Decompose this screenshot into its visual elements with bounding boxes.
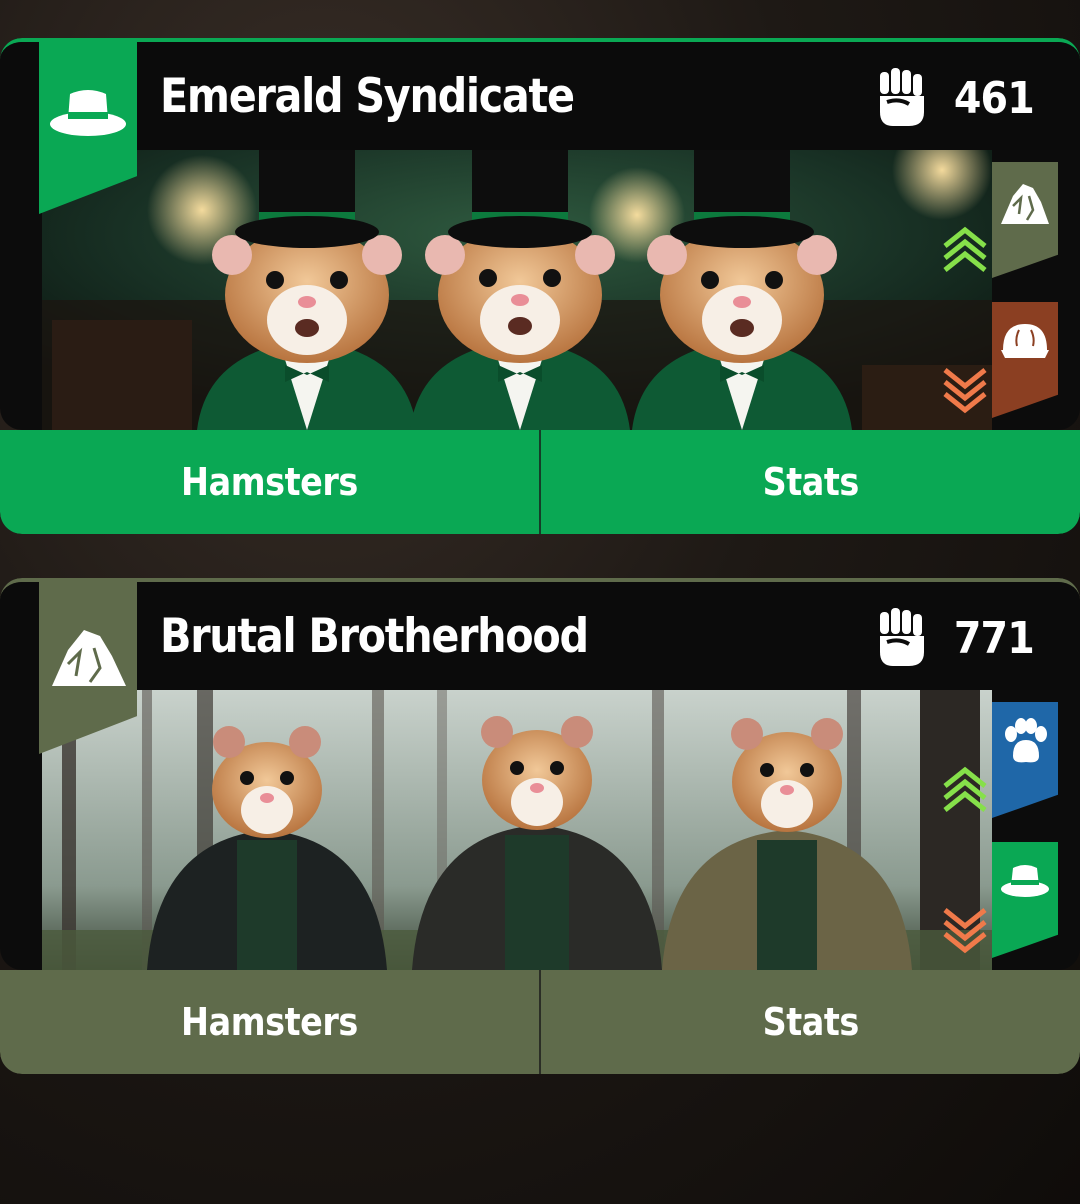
weak-against-tag[interactable] [992, 302, 1058, 418]
faction-artwork [42, 150, 992, 430]
faction-card-header: Emerald Syndicate 461 [0, 38, 1080, 430]
faction-card-emerald-syndicate: Emerald Syndicate 461 Hamsters Stats [0, 38, 1080, 534]
tab-stats[interactable]: Stats [541, 970, 1080, 1074]
faction-title: Emerald Syndicate [160, 69, 575, 124]
faction-title: Brutal Brotherhood [160, 609, 589, 664]
paw-icon [1005, 718, 1047, 763]
faction-power: 771 [877, 606, 1035, 670]
power-value: 461 [954, 72, 1035, 124]
weak-against-chevrons-icon [943, 368, 987, 414]
faction-tabs: Hamsters Stats [0, 970, 1080, 1074]
hat-icon [1001, 865, 1049, 897]
strong-against-chevrons-icon [943, 766, 987, 812]
faction-power: 461 [877, 66, 1035, 130]
weak-against-chevrons-icon [943, 908, 987, 954]
faction-card-header: Brutal Brotherhood 771 [0, 578, 1080, 970]
faction-artwork [42, 690, 992, 970]
tab-hamsters[interactable]: Hamsters [0, 970, 539, 1074]
power-value: 771 [954, 612, 1035, 664]
weak-against-tag[interactable] [992, 842, 1058, 958]
tab-hamsters[interactable]: Hamsters [0, 430, 539, 534]
rock-icon [52, 630, 126, 686]
faction-tabs: Hamsters Stats [0, 430, 1080, 534]
faction-card-brutal-brotherhood: Brutal Brotherhood 771 Hamsters Stats [0, 578, 1080, 1074]
fist-icon [880, 608, 925, 666]
helmet-icon [1001, 324, 1049, 358]
tab-divider [539, 430, 541, 534]
rock-icon [1001, 184, 1049, 224]
strong-against-tag[interactable] [992, 702, 1058, 818]
strong-against-chevrons-icon [943, 226, 987, 272]
tab-stats[interactable]: Stats [541, 430, 1080, 534]
tab-divider [539, 970, 541, 1074]
hat-icon [50, 90, 126, 136]
fist-icon [880, 68, 925, 126]
strong-against-tag[interactable] [992, 162, 1058, 278]
